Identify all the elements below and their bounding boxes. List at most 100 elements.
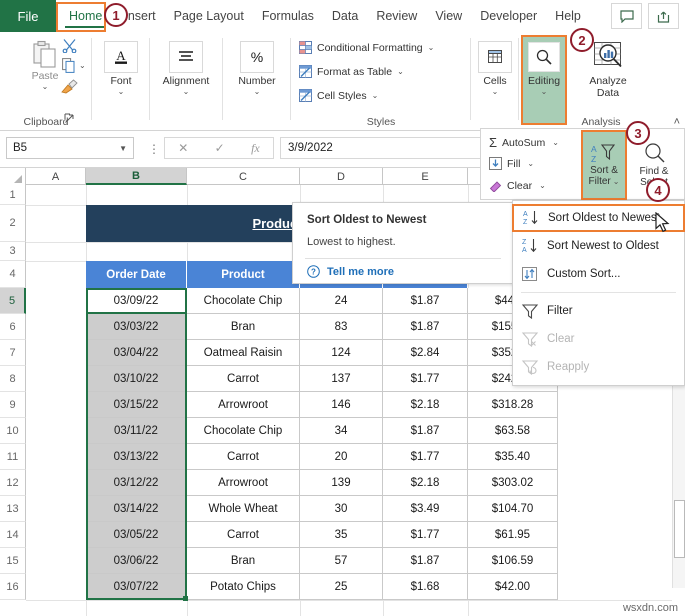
paste-chevron-down-icon[interactable]: ⌄ [42,83,49,91]
cell-product-row-16[interactable]: Potato Chips [187,574,300,600]
row-header-11[interactable]: 11 [0,444,26,470]
row-header-4[interactable]: 4 [0,261,26,288]
cell-price-row-11[interactable]: $1.77 [383,444,468,470]
cell-qty-row-14[interactable]: 35 [300,522,383,548]
paste-button[interactable]: Paste ⌄ [24,40,66,91]
insert-function-icon[interactable]: fx [251,141,260,156]
comments-button[interactable] [611,3,642,29]
cell-date-row-8[interactable]: 03/10/22 [86,366,187,392]
cell-qty-row-11[interactable]: 20 [300,444,383,470]
cell-total-row-16[interactable]: $42.00 [468,574,558,600]
cell-date-row-14[interactable]: 03/05/22 [86,522,187,548]
cell-price-row-6[interactable]: $1.87 [383,314,468,340]
cancel-formula-icon[interactable]: ✕ [178,141,188,155]
tab-page-layout[interactable]: Page Layout [165,0,253,32]
cell-total-row-14[interactable]: $61.95 [468,522,558,548]
editing-button[interactable]: Editing ⌄ [521,35,567,125]
enter-formula-icon[interactable]: ✓ [215,141,225,155]
cell-qty-row-6[interactable]: 83 [300,314,383,340]
cell-price-row-12[interactable]: $2.18 [383,470,468,496]
cell-total-row-13[interactable]: $104.70 [468,496,558,522]
cell-qty-row-5[interactable]: 24 [300,288,383,314]
cell-date-row-16[interactable]: 03/07/22 [86,574,187,600]
cell-qty-row-13[interactable]: 30 [300,496,383,522]
sort-filter-button[interactable]: A Z Sort & Filter ⌄ [581,130,627,200]
cell-price-row-10[interactable]: $1.87 [383,418,468,444]
cell-product-row-7[interactable]: Oatmeal Raisin [187,340,300,366]
cell-product-row-9[interactable]: Arrowroot [187,392,300,418]
column-header-b[interactable]: B [86,168,187,185]
cell-date-row-13[interactable]: 03/14/22 [86,496,187,522]
tell-me-more-link[interactable]: ? Tell me more [307,265,394,278]
autosum-button[interactable]: Σ AutoSum ⌄ [489,135,559,150]
row-header-1[interactable]: 1 [0,185,26,205]
column-header-a[interactable]: A [26,168,86,185]
cell-qty-row-7[interactable]: 124 [300,340,383,366]
cell-product-row-5[interactable]: Chocolate Chip [187,288,300,314]
formula-bar-drag-handle[interactable]: ⋮ [148,142,160,156]
column-header-d[interactable]: D [300,168,383,185]
vertical-scrollbar-thumb[interactable] [674,500,685,558]
cell-styles-chevron-down-icon[interactable]: ⌄ [372,91,379,100]
font-chevron-down-icon[interactable]: ⌄ [118,88,125,96]
row-header-2[interactable]: 2 [0,205,26,242]
cell-qty-row-12[interactable]: 139 [300,470,383,496]
cell-date-row-12[interactable]: 03/12/22 [86,470,187,496]
cell-product-row-6[interactable]: Bran [187,314,300,340]
tab-view[interactable]: View [426,0,471,32]
row-header-13[interactable]: 13 [0,496,26,522]
cell-product-row-15[interactable]: Bran [187,548,300,574]
cell-total-row-9[interactable]: $318.28 [468,392,558,418]
cell-qty-row-15[interactable]: 57 [300,548,383,574]
tab-developer[interactable]: Developer [471,0,546,32]
cell-qty-row-16[interactable]: 25 [300,574,383,600]
cell-total-row-11[interactable]: $35.40 [468,444,558,470]
row-header-15[interactable]: 15 [0,548,26,574]
tab-file[interactable]: File [0,0,56,32]
vertical-scrollbar[interactable] [672,354,685,588]
cell-date-row-9[interactable]: 03/15/22 [86,392,187,418]
alignment-button[interactable]: Alignment ⌄ [158,41,214,96]
cells-button[interactable]: Cells ⌄ [467,41,523,96]
name-box-chevron-down-icon[interactable]: ▼ [119,144,127,153]
fill-button[interactable]: Fill ⌄ [489,157,534,170]
table-header-order-date[interactable]: Order Date [86,261,187,288]
format-painter-button[interactable] [61,79,78,99]
cell-date-row-6[interactable]: 03/03/22 [86,314,187,340]
row-header-9[interactable]: 9 [0,392,26,418]
cell-qty-row-9[interactable]: 146 [300,392,383,418]
row-header-7[interactable]: 7 [0,340,26,366]
copy-chevron-down-icon[interactable]: ⌄ [79,62,86,70]
clear-chevron-down-icon[interactable]: ⌄ [539,181,546,190]
table-header-product[interactable]: Product [187,261,300,288]
cell-price-row-15[interactable]: $1.87 [383,548,468,574]
cell-price-row-14[interactable]: $1.77 [383,522,468,548]
cell-price-row-7[interactable]: $2.84 [383,340,468,366]
row-header-3[interactable]: 3 [0,242,26,261]
cell-product-row-10[interactable]: Chocolate Chip [187,418,300,444]
tab-formulas[interactable]: Formulas [253,0,323,32]
format-as-table-chevron-down-icon[interactable]: ⌄ [397,67,404,76]
share-button[interactable] [648,3,679,29]
tab-review[interactable]: Review [367,0,426,32]
cell-date-row-5[interactable]: 03/09/22 [86,288,187,314]
clipboard-dialog-launcher[interactable] [64,111,75,129]
cut-button[interactable] [62,38,77,58]
editing-chevron-down-icon[interactable]: ⌄ [541,88,548,96]
font-button[interactable]: A Font ⌄ [93,41,149,96]
name-box[interactable]: B5 ▼ [6,137,134,159]
tab-data[interactable]: Data [323,0,367,32]
cell-price-row-8[interactable]: $1.77 [383,366,468,392]
cell-product-row-12[interactable]: Arrowroot [187,470,300,496]
conditional-formatting-button[interactable]: Conditional Formatting ⌄ [299,41,434,54]
format-as-table-button[interactable]: Format as Table ⌄ [299,65,404,78]
cell-price-row-9[interactable]: $2.18 [383,392,468,418]
cell-product-row-14[interactable]: Carrot [187,522,300,548]
cell-date-row-7[interactable]: 03/04/22 [86,340,187,366]
select-all-corner[interactable] [0,168,26,185]
number-chevron-down-icon[interactable]: ⌄ [254,88,261,96]
row-header-14[interactable]: 14 [0,522,26,548]
cell-price-row-5[interactable]: $1.87 [383,288,468,314]
cell-product-row-13[interactable]: Whole Wheat [187,496,300,522]
cell-qty-row-8[interactable]: 137 [300,366,383,392]
